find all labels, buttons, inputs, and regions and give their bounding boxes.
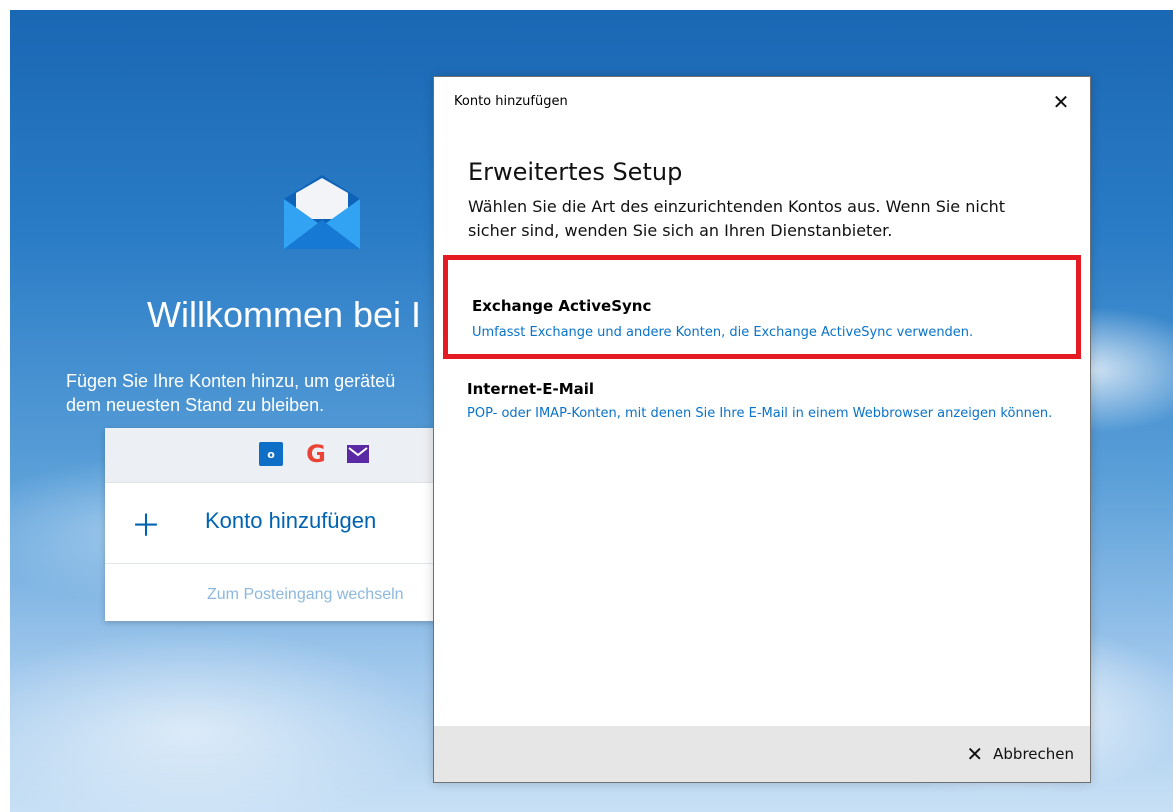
exchange-activesync-option[interactable]: Exchange ActiveSync Umfasst Exchange und… — [443, 255, 1081, 359]
mail-icon — [347, 445, 369, 463]
go-to-inbox-link[interactable]: Zum Posteingang wechseln — [207, 586, 404, 604]
account-card: o G ＋ Konto hinzufügen Zum Posteingang w… — [105, 428, 445, 621]
cancel-label: Abbrechen — [993, 745, 1074, 763]
option-description: POP- oder IMAP-Konten, mit denen Sie Ihr… — [467, 406, 1053, 421]
provider-icons-bar: o G — [105, 428, 445, 483]
option-title: Internet-E-Mail — [467, 380, 595, 398]
setup-description: Wählen Sie die Art des einzurichtenden K… — [468, 197, 1006, 240]
add-account-label: Konto hinzufügen — [205, 508, 377, 533]
close-icon: ✕ — [1052, 90, 1070, 114]
screen: Willkommen bei I Fügen Sie Ihre Konten h… — [0, 0, 1173, 812]
cancel-icon: ✕ — [966, 742, 984, 766]
dialog-title: Konto hinzufügen — [454, 94, 568, 109]
welcome-title: Willkommen bei I — [147, 294, 422, 335]
google-icon: G — [306, 440, 326, 468]
mail-envelope-icon — [284, 175, 360, 249]
dialog-footer: ✕ Abbrechen — [434, 726, 1090, 782]
cancel-button[interactable]: ✕ Abbrechen — [966, 742, 1074, 766]
add-account-dialog: Konto hinzufügen ✕ Erweitertes Setup Wäh… — [433, 76, 1091, 783]
close-button[interactable]: ✕ — [1048, 89, 1074, 115]
internet-email-option[interactable]: Internet-E-Mail POP- oder IMAP-Konten, m… — [467, 368, 1067, 458]
option-title: Exchange ActiveSync — [472, 297, 652, 315]
setup-title: Erweitertes Setup — [468, 158, 683, 186]
option-description: Umfasst Exchange und andere Konten, die … — [472, 325, 974, 340]
plus-icon: ＋ — [131, 509, 161, 544]
add-account-button[interactable]: ＋ Konto hinzufügen — [105, 483, 445, 564]
outlook-icon: o — [259, 442, 283, 466]
